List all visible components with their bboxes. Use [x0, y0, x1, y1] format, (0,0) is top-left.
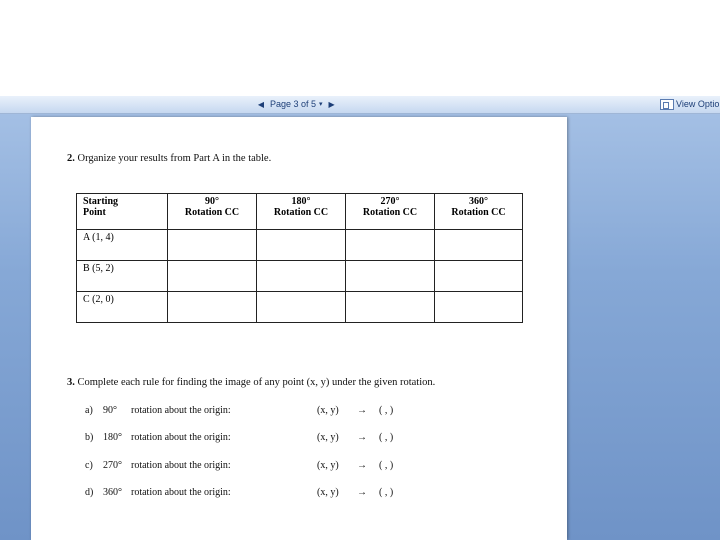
empty-cell	[345, 229, 435, 261]
chevron-down-icon[interactable]: ▾	[319, 100, 323, 108]
previous-page-icon[interactable]: ◀	[255, 98, 267, 110]
rule-output: ( , )	[379, 432, 394, 443]
question-3-text: Complete each rule for finding the image…	[77, 377, 436, 388]
view-options-label: View Optio	[676, 99, 720, 109]
point-cell: C (2, 0)	[76, 291, 168, 323]
question-2-text: Organize your results from Part A in the…	[77, 153, 272, 164]
reading-toolbar	[0, 96, 720, 114]
page-indicator[interactable]: Page 3 of 5	[270, 99, 316, 109]
rule-label: b)	[85, 432, 94, 443]
question-3: 3. Complete each rule for finding the im…	[67, 377, 435, 388]
empty-cell	[256, 291, 346, 323]
question-2-number: 2.	[67, 153, 75, 164]
empty-cell	[345, 260, 435, 292]
rule-angle: 360°	[103, 487, 122, 498]
empty-cell	[167, 229, 257, 261]
header-180-rotation: 180° Rotation CC	[256, 193, 346, 230]
document-page: 2. Organize your results from Part A in …	[31, 117, 567, 540]
question-2: 2. Organize your results from Part A in …	[67, 153, 271, 164]
empty-cell	[434, 291, 523, 323]
empty-cell	[434, 260, 523, 292]
rule-input: (x, y)	[317, 432, 339, 443]
table-row: C (2, 0)	[76, 291, 523, 323]
rule-angle: 90°	[103, 405, 117, 416]
empty-cell	[345, 291, 435, 323]
header-90-rotation: 90° Rotation CC	[167, 193, 257, 230]
rule-output: ( , )	[379, 460, 394, 471]
question-3-number: 3.	[67, 377, 75, 388]
empty-cell	[256, 229, 346, 261]
rule-angle: 270°	[103, 460, 122, 471]
view-options-icon	[660, 98, 674, 110]
rule-input: (x, y)	[317, 405, 339, 416]
rule-arrow: →	[357, 432, 367, 443]
next-page-icon[interactable]: ▶	[326, 98, 338, 110]
rule-label: c)	[85, 460, 93, 471]
rule-arrow: →	[357, 487, 367, 498]
empty-cell	[167, 260, 257, 292]
header-starting-point: Starting Point	[76, 193, 168, 230]
empty-cell	[434, 229, 523, 261]
page-navigator: ◀ Page 3 of 5 ▾ ▶	[255, 97, 338, 111]
rule-output: ( , )	[379, 405, 394, 416]
rotation-results-table: Starting Point 90° Rotation CC 180° Rotatio…	[76, 193, 523, 323]
point-cell: A (1, 4)	[76, 229, 168, 261]
rule-arrow: →	[357, 460, 367, 471]
rule-text: rotation about the origin:	[131, 405, 231, 416]
rule-text: rotation about the origin:	[131, 487, 231, 498]
blank-top-area	[0, 0, 720, 96]
empty-cell	[167, 291, 257, 323]
view-options-button[interactable]: View Optio	[660, 97, 720, 111]
header-270-rotation: 270° Rotation CC	[345, 193, 435, 230]
empty-cell	[256, 260, 346, 292]
rule-output: ( , )	[379, 487, 394, 498]
rule-label: a)	[85, 405, 93, 416]
rule-angle: 180°	[103, 432, 122, 443]
rule-arrow: →	[357, 405, 367, 416]
table-row: B (5, 2)	[76, 260, 523, 292]
point-cell: B (5, 2)	[76, 260, 168, 292]
table-header-row: Starting Point 90° Rotation CC 180° Rotatio…	[76, 193, 523, 230]
rule-input: (x, y)	[317, 460, 339, 471]
rule-text: rotation about the origin:	[131, 432, 231, 443]
rule-input: (x, y)	[317, 487, 339, 498]
rule-label: d)	[85, 487, 94, 498]
rule-text: rotation about the origin:	[131, 460, 231, 471]
header-360-rotation: 360° Rotation CC	[434, 193, 523, 230]
table-row: A (1, 4)	[76, 229, 523, 261]
